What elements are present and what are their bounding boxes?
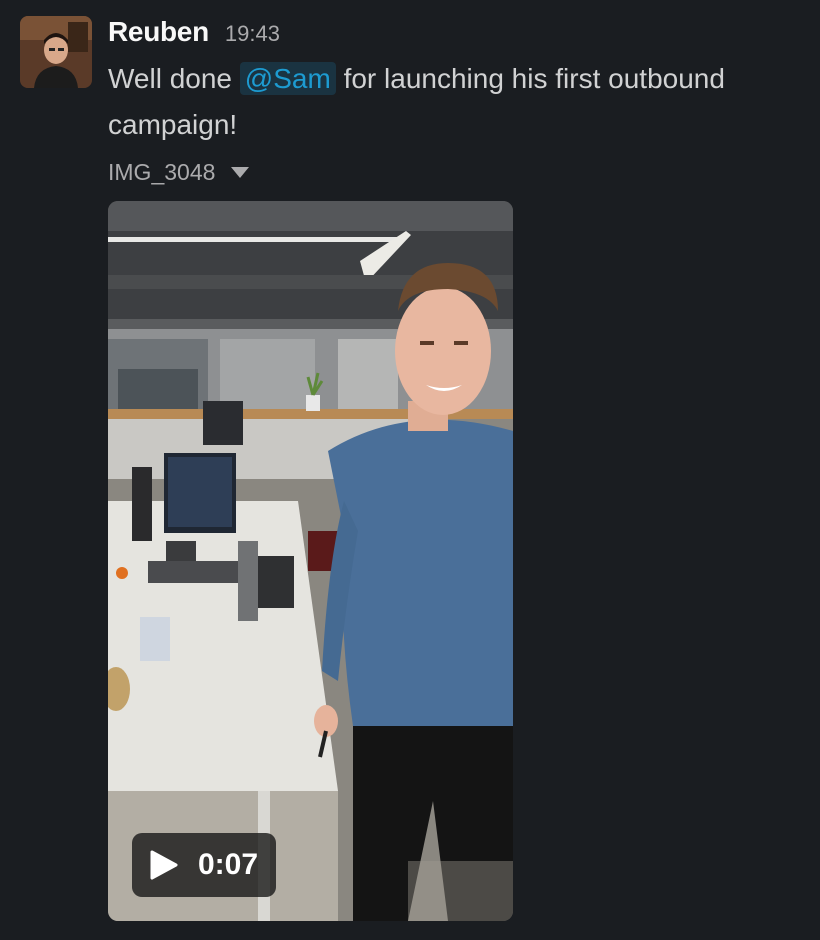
avatar[interactable] [20, 16, 92, 88]
avatar-image [20, 16, 92, 88]
chevron-down-icon[interactable] [231, 166, 250, 178]
timestamp[interactable]: 19:43 [225, 21, 280, 47]
video-thumbnail [108, 201, 513, 921]
attachment-label[interactable]: IMG_3048 [108, 156, 250, 188]
play-icon [150, 850, 178, 880]
video-attachment[interactable]: 0:07 [108, 201, 513, 921]
message: Reuben 19:43 Well done @Sam for launchin… [0, 0, 820, 940]
play-button[interactable]: 0:07 [132, 833, 276, 897]
message-header: Reuben 19:43 [108, 16, 280, 50]
user-mention[interactable]: @Sam [239, 62, 336, 95]
attachment-file-name[interactable]: IMG_3048 [108, 159, 215, 186]
sender-name[interactable]: Reuben [108, 16, 209, 48]
video-duration: 0:07 [198, 848, 259, 881]
message-text: Well done @Sam for launching his first o… [108, 56, 798, 148]
message-text-before: Well done [108, 63, 240, 94]
